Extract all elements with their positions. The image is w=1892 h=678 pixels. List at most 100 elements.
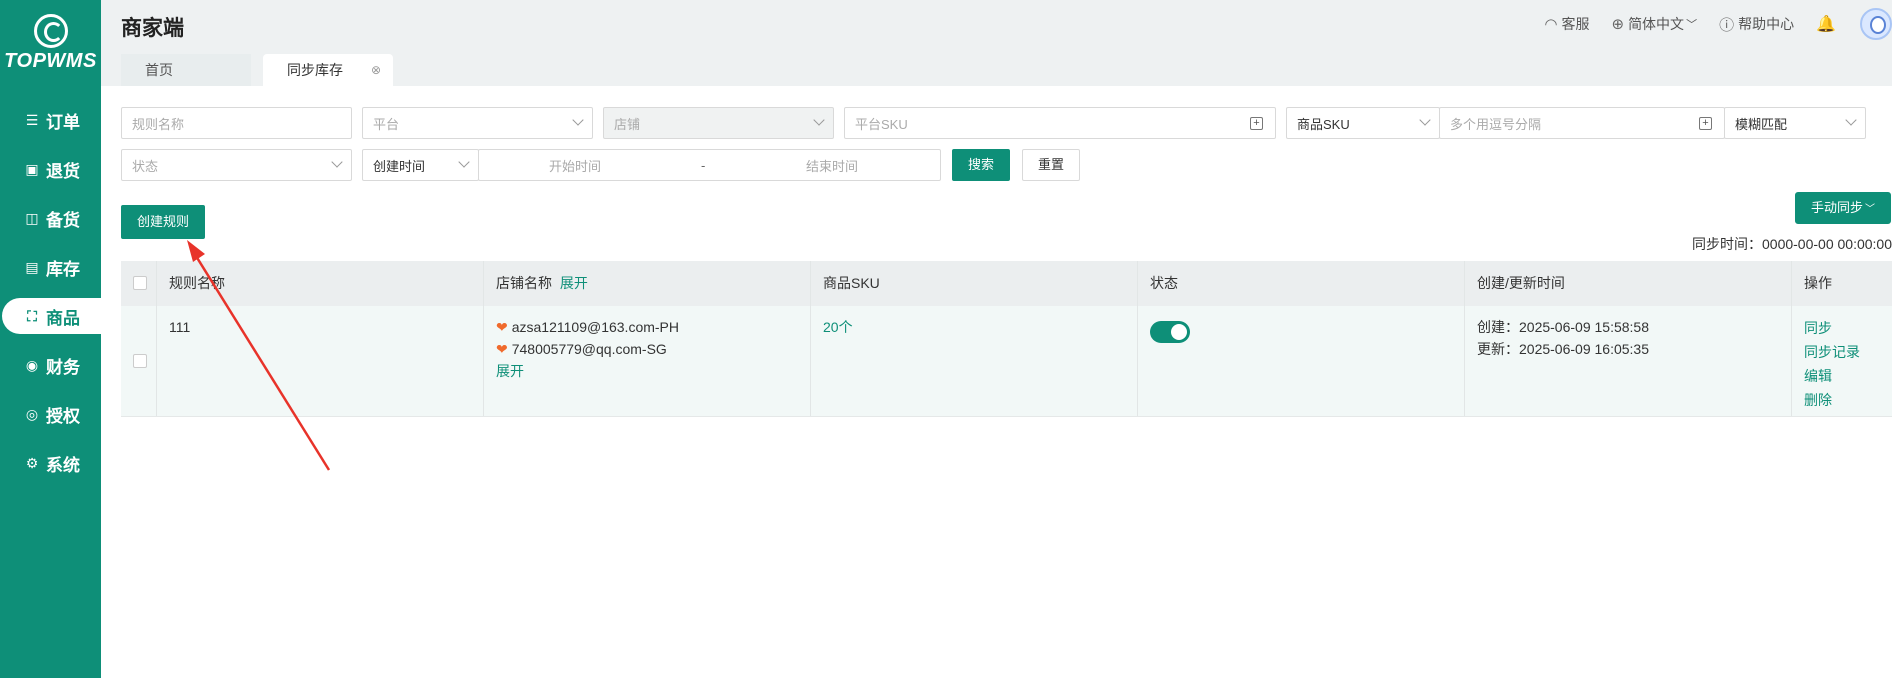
chevron-down-icon: ﹀: [1865, 204, 1875, 215]
search-button[interactable]: 搜索: [952, 149, 1010, 181]
tab-home[interactable]: 首页: [121, 54, 251, 86]
date-range-picker[interactable]: 开始时间 - 结束时间: [478, 149, 941, 181]
sync-time: 同步时间：0000-00-00 00:00:00: [1692, 234, 1892, 254]
sku-cell: 20个: [811, 306, 1138, 416]
updated-time: 更新：2025-06-09 16:05:35: [1477, 338, 1791, 360]
finance-icon: ◉: [25, 357, 39, 373]
start-time-input[interactable]: 开始时间: [549, 156, 601, 175]
col-rule-name: 规则名称: [157, 261, 484, 306]
row-checkbox[interactable]: [133, 354, 147, 368]
match-mode-select[interactable]: 模糊匹配: [1724, 107, 1866, 139]
rules-table: 规则名称 店铺名称 展开 商品SKU 状态 创建/更新时间 操作 111 ❤ az…: [121, 261, 1892, 417]
ops-cell: 同步 同步记录 编辑 删除: [1792, 306, 1892, 416]
shopping-bag-icon: ⛶: [27, 308, 37, 324]
placeholder: 店铺: [614, 116, 641, 132]
tab-sync-inventory[interactable]: 同步库存 ⊗: [263, 54, 393, 86]
logo-text: TOPWMS: [4, 50, 97, 72]
customer-service-link[interactable]: ◠ 客服: [1544, 14, 1589, 34]
avatar[interactable]: [1860, 8, 1892, 40]
store-select[interactable]: 店铺: [603, 107, 834, 139]
sidebar-item-products[interactable]: ⛶ 商品: [2, 298, 101, 334]
top-header: 商家端 ◠ 客服 ⊕ 简体中文 ﹀ ⓘ 帮助中心 🔔: [101, 0, 1892, 48]
authorize-icon: ◎: [25, 406, 39, 422]
time-type-select[interactable]: 创建时间: [362, 149, 479, 181]
updated-label: 更新：: [1477, 341, 1519, 357]
tab-label: 同步库存: [287, 62, 343, 78]
store-name: azsa121109@163.com-PH: [511, 319, 680, 335]
sidebar-item-label: 库存: [46, 259, 80, 279]
placeholder: 平台: [373, 116, 400, 132]
created-time: 创建：2025-06-09 15:58:58: [1477, 316, 1791, 338]
sync-record-link[interactable]: 同步记录: [1804, 340, 1892, 364]
sidebar-item-system[interactable]: ⚙ 系统: [0, 445, 101, 481]
help-center-label: 帮助中心: [1738, 16, 1795, 32]
range-separator: -: [701, 157, 706, 173]
sync-time-label: 同步时间：: [1692, 236, 1762, 252]
help-center-link[interactable]: ⓘ 帮助中心: [1719, 14, 1794, 35]
row-expand-link[interactable]: 展开: [496, 360, 810, 382]
bell-icon[interactable]: 🔔: [1816, 14, 1836, 34]
reset-button[interactable]: 重置: [1022, 149, 1080, 181]
tab-bar: 首页 同步库存 ⊗: [101, 48, 1892, 86]
sidebar-item-inventory[interactable]: ▤ 库存: [0, 249, 101, 285]
sidebar-item-label: 授权: [46, 406, 80, 426]
shopee-icon: ❤: [496, 319, 508, 335]
platform-select[interactable]: 平台: [362, 107, 593, 139]
time-cell: 创建：2025-06-09 15:58:58 更新：2025-06-09 16:…: [1465, 306, 1792, 416]
col-store-name: 店铺名称 展开: [484, 261, 811, 306]
create-rule-button[interactable]: 创建规则: [121, 205, 205, 239]
edit-link[interactable]: 编辑: [1804, 364, 1892, 388]
store-cell: ❤ azsa121109@163.com-PH ❤ 748005779@qq.com…: [484, 306, 811, 416]
col-status: 状态: [1138, 261, 1465, 306]
delete-link[interactable]: 删除: [1804, 388, 1892, 412]
status-select[interactable]: 状态: [121, 149, 352, 181]
rule-name-cell: 111: [157, 306, 484, 416]
rule-name-input[interactable]: 规则名称: [121, 107, 352, 139]
platform-sku-input[interactable]: 平台SKU +: [844, 107, 1276, 139]
chevron-down-icon: [813, 114, 825, 126]
placeholder: 规则名称: [132, 116, 185, 132]
select-value: 创建时间: [373, 158, 426, 174]
sidebar-item-orders[interactable]: ☰ 订单: [0, 102, 101, 138]
sidebar-item-label: 订单: [46, 112, 80, 132]
sku-type-select[interactable]: 商品SKU: [1286, 107, 1440, 139]
sidebar: TOPWMS ☰ 订单 ▣ 退货 ◫ 备货 ▤ 库存 ⛶ 商品 ◉ 财务 ◎ 授权 ⚙ 系统: [0, 0, 101, 678]
shopee-icon: ❤: [496, 341, 508, 357]
chevron-down-icon: [1419, 114, 1431, 126]
end-time-input[interactable]: 结束时间: [806, 156, 858, 175]
customer-service-label: 客服: [1561, 16, 1590, 32]
bag-icon: ◫: [25, 210, 39, 226]
row-checkbox-cell: [121, 306, 157, 416]
placeholder: 多个用逗号分隔: [1450, 116, 1542, 132]
col-store-name-label: 店铺名称: [496, 275, 552, 291]
select-all-checkbox[interactable]: [133, 276, 147, 290]
add-box-icon[interactable]: +: [1699, 117, 1712, 130]
sidebar-item-stocking[interactable]: ◫ 备货: [0, 200, 101, 236]
manual-sync-button[interactable]: 手动同步 ﹀: [1795, 192, 1891, 224]
status-toggle[interactable]: [1150, 321, 1190, 343]
placeholder: 平台SKU: [855, 116, 908, 132]
header-checkbox-cell: [121, 261, 157, 306]
multi-sku-input[interactable]: 多个用逗号分隔 +: [1439, 107, 1725, 139]
col-time: 创建/更新时间: [1465, 261, 1792, 306]
store-line: ❤ azsa121109@163.com-PH: [496, 316, 810, 338]
logo-icon: [33, 14, 68, 48]
sidebar-item-label: 商品: [46, 308, 80, 328]
header-expand-link[interactable]: 展开: [560, 275, 588, 291]
created-value: 2025-06-09 15:58:58: [1519, 319, 1649, 335]
sidebar-item-finance[interactable]: ◉ 财务: [0, 347, 101, 383]
sidebar-item-label: 退货: [46, 161, 80, 181]
sku-count-link[interactable]: 20个: [823, 319, 853, 335]
sidebar-item-returns[interactable]: ▣ 退货: [0, 151, 101, 187]
arrow-head: [187, 240, 205, 262]
chevron-down-icon: ﹀: [1686, 19, 1698, 31]
sidebar-item-authorize[interactable]: ◎ 授权: [0, 396, 101, 432]
sync-time-value: 0000-00-00 00:00:00: [1762, 236, 1892, 252]
store-line: ❤ 748005779@qq.com-SG: [496, 338, 810, 360]
inventory-icon: ▤: [25, 259, 39, 275]
sync-link[interactable]: 同步: [1804, 316, 1892, 340]
globe-icon: ⊕: [1611, 16, 1625, 33]
close-icon[interactable]: ⊗: [371, 54, 381, 86]
language-selector[interactable]: ⊕ 简体中文 ﹀: [1611, 14, 1697, 34]
add-box-icon[interactable]: +: [1250, 117, 1263, 130]
